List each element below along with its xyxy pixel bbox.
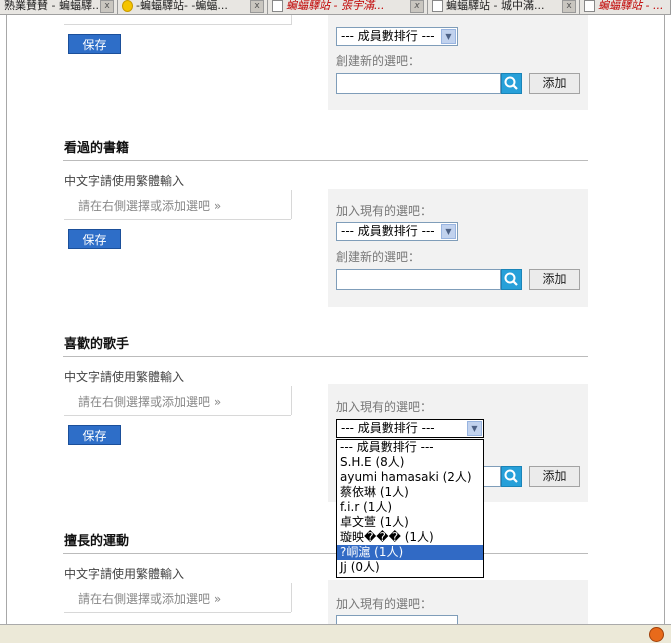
new-bar-input[interactable]: [336, 269, 501, 290]
close-icon[interactable]: x: [410, 0, 424, 13]
search-icon: [504, 272, 518, 286]
section-divider: [63, 553, 588, 554]
tab-label: 蝙蝠驛站 - ...: [598, 0, 664, 12]
join-bar-label: 加入現有的選吧：: [336, 597, 433, 611]
divider: [64, 24, 291, 25]
save-button[interactable]: 保存: [68, 425, 121, 445]
dropdown-option[interactable]: Jj (0人): [337, 560, 483, 575]
tab-label: 熟業賛賛 - 蝙蝠驛...: [4, 0, 103, 12]
section-title: 喜歡的歌手: [64, 337, 130, 352]
select-value: --- 成員數排行 ---: [341, 224, 435, 238]
browser-tab-5[interactable]: 蝙蝠驛站 - ...: [580, 0, 671, 14]
chevron-down-icon[interactable]: ▼: [441, 224, 456, 239]
dropdown-option-highlighted[interactable]: ?峒滬 (1人): [337, 545, 483, 560]
browser-tab-1[interactable]: 熟業賛賛 - 蝙蝠驛... x: [0, 0, 118, 14]
join-bar-label: 加入現有的選吧：: [336, 400, 433, 414]
dropdown-option[interactable]: f.i.r (1人): [337, 500, 483, 515]
dropdown-option[interactable]: 璇映��� (1人): [337, 530, 483, 545]
divider: [291, 190, 292, 219]
create-bar-label: 創建新的選吧：: [336, 54, 421, 68]
select-value: --- 成員數排行 ---: [341, 29, 435, 43]
existing-bar-select[interactable]: --- 成員數排行 --- ▼: [336, 27, 458, 46]
existing-bar-select[interactable]: [336, 615, 458, 624]
chevron-down-icon[interactable]: ▼: [467, 421, 482, 436]
divider: [64, 415, 291, 416]
choose-bar-link[interactable]: 請在右側選擇或添加選吧 »: [78, 590, 221, 607]
close-icon[interactable]: x: [562, 0, 576, 13]
section-divider: [63, 160, 588, 161]
divider: [291, 583, 292, 612]
close-icon[interactable]: x: [100, 0, 114, 13]
divider: [291, 15, 292, 25]
dropdown-option[interactable]: S.H.E (8人): [337, 455, 483, 470]
browser-tab-strip: 熟業賛賛 - 蝙蝠驛... x -蝙蝠驛站- -蝙蝠... x 蝙蝠驛站 - 張…: [0, 0, 671, 15]
search-icon: [504, 76, 518, 90]
lightbulb-icon: [122, 0, 133, 12]
choose-bar-link[interactable]: 請在右側選擇或添加選吧 »: [78, 197, 221, 214]
input-hint: 中文字請使用繁體輸入: [64, 174, 185, 188]
new-bar-input[interactable]: [336, 73, 501, 94]
save-button[interactable]: 保存: [68, 34, 121, 54]
dropdown-option[interactable]: 卓文萱 (1人): [337, 515, 483, 530]
page-icon: [584, 0, 595, 12]
content-left-border: [6, 15, 7, 625]
input-hint: 中文字請使用繁體輸入: [64, 567, 185, 581]
search-icon: [504, 469, 518, 483]
dropdown-option[interactable]: --- 成員數排行 ---: [337, 440, 483, 455]
page-icon: [432, 0, 443, 12]
firefox-icon: [649, 627, 664, 642]
section-divider: [63, 356, 588, 357]
search-button[interactable]: [501, 269, 522, 290]
singer-bar-dropdown-list[interactable]: --- 成員數排行 --- S.H.E (8人) ayumi hamasaki …: [336, 439, 484, 578]
browser-tab-4[interactable]: 蝙蝠驛站 - 城中滿... x: [428, 0, 580, 14]
search-button[interactable]: [501, 73, 522, 94]
choose-bar-link[interactable]: 請在右側選擇或添加選吧 »: [78, 393, 221, 410]
divider: [64, 612, 291, 613]
existing-bar-select[interactable]: --- 成員數排行 --- ▼: [336, 419, 484, 438]
search-button[interactable]: [501, 466, 522, 487]
add-button[interactable]: 添加: [529, 269, 580, 290]
save-button[interactable]: 保存: [68, 229, 121, 249]
browser-tab-3[interactable]: 蝙蝠驛站 - 張宇滿... x: [268, 0, 428, 14]
join-bar-label: 加入現有的選吧：: [336, 204, 433, 218]
tab-label: 蝙蝠驛站 - 張宇滿...: [286, 0, 385, 12]
divider: [64, 219, 291, 220]
input-hint: 中文字請使用繁體輸入: [64, 370, 185, 384]
browser-tab-2[interactable]: -蝙蝠驛站- -蝙蝠... x: [118, 0, 268, 14]
close-icon[interactable]: x: [250, 0, 264, 13]
create-bar-label: 創建新的選吧：: [336, 250, 421, 264]
select-value: --- 成員數排行 ---: [341, 421, 435, 435]
add-button[interactable]: 添加: [529, 466, 580, 487]
tab-label: -蝙蝠驛站- -蝙蝠...: [136, 0, 228, 12]
dropdown-option[interactable]: 蔡依琳 (1人): [337, 485, 483, 500]
content-right-border: [664, 15, 665, 625]
divider: [291, 386, 292, 415]
dropdown-option[interactable]: ayumi hamasaki (2人): [337, 470, 483, 485]
chevron-down-icon[interactable]: ▼: [441, 29, 456, 44]
add-button[interactable]: 添加: [529, 73, 580, 94]
page-icon: [272, 0, 283, 12]
tab-label: 蝙蝠驛站 - 城中滿...: [446, 0, 545, 12]
section-title: 擅長的運動: [64, 534, 130, 549]
section-title: 看過的書籍: [64, 141, 130, 156]
existing-bar-select[interactable]: --- 成員數排行 --- ▼: [336, 222, 458, 241]
browser-status-bar: [0, 624, 671, 643]
